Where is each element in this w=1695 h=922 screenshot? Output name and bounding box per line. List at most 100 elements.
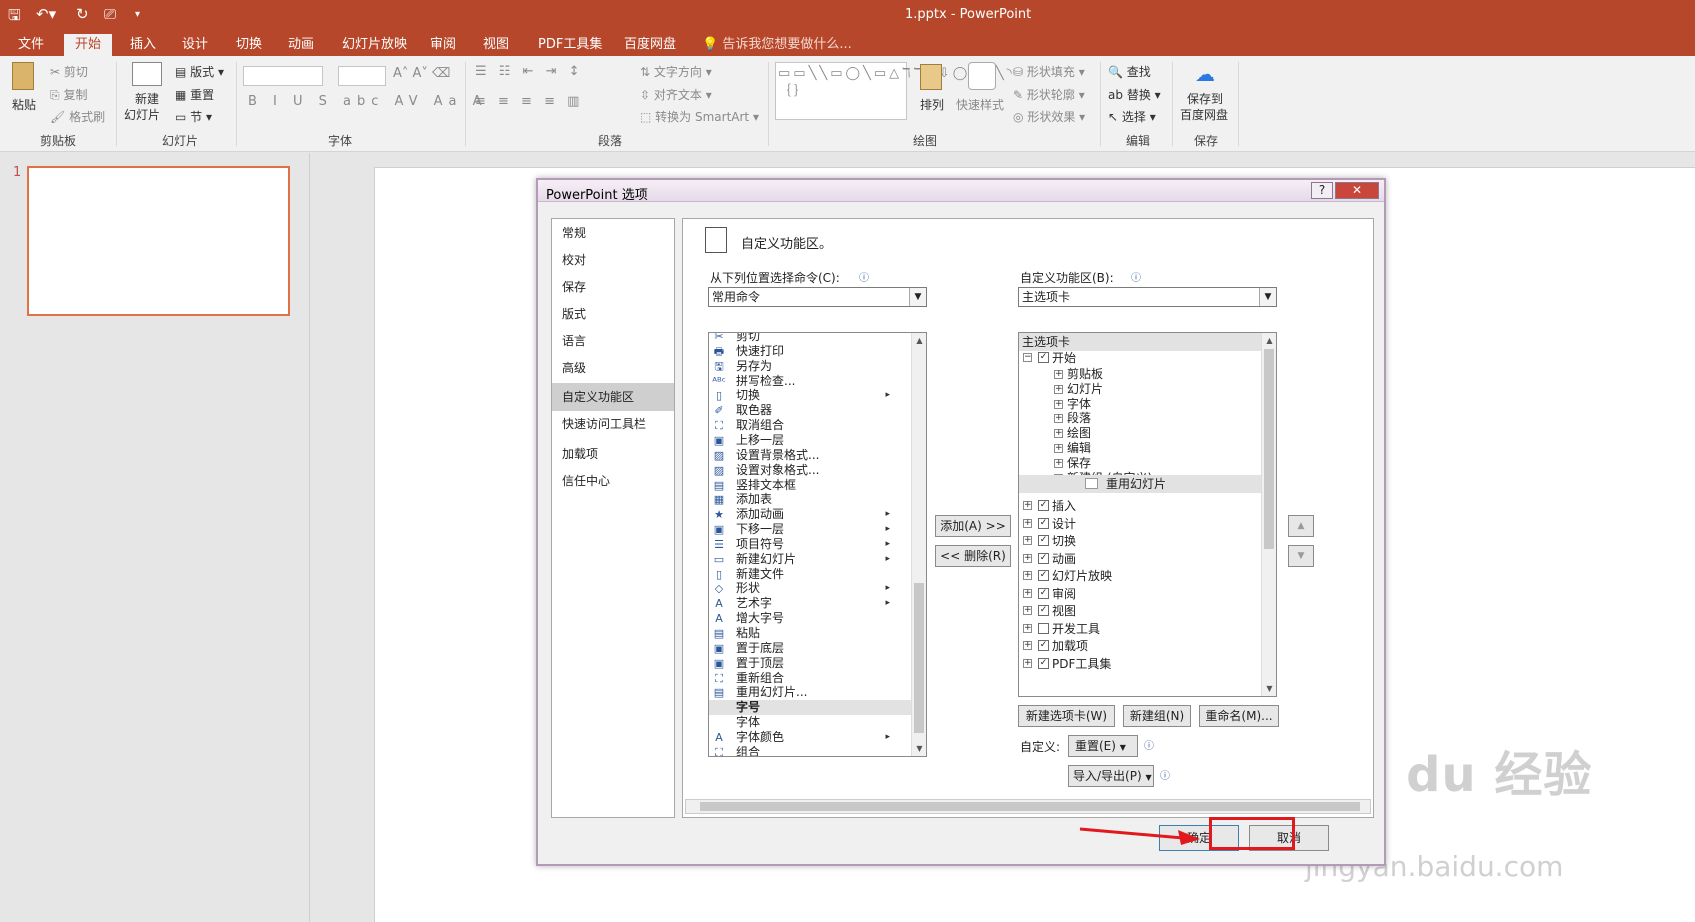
tree-node-tab[interactable]: + ✓ 设计 [1019, 515, 1261, 533]
command-item[interactable]: ⛶ 组合 [709, 745, 912, 756]
command-item[interactable]: 🖶 快速打印 [709, 344, 912, 359]
commands-source-combo[interactable]: 常用命令 ▼ [708, 287, 927, 307]
text-direction-button[interactable]: ⇅ 文字方向 ▾ [640, 63, 712, 80]
command-item[interactable]: ▣ 置于顶层 [709, 656, 912, 671]
remove-button[interactable]: << 删除(R) [935, 545, 1011, 567]
move-up-button[interactable]: ▲ [1288, 515, 1314, 537]
section-button[interactable]: ▭ 节 ▾ [175, 108, 212, 125]
category-advanced[interactable]: 高级 [552, 356, 674, 381]
arrange-icon[interactable] [920, 64, 942, 90]
command-item[interactable]: ◇ 形状 ▸ [709, 581, 912, 596]
tab-animations[interactable]: 动画 [280, 34, 322, 56]
tab-file[interactable]: 文件 [10, 34, 52, 56]
presentation-icon[interactable]: ⎚ [104, 5, 116, 23]
tree-node-group[interactable]: + 编辑 [1019, 441, 1261, 456]
shape-fill-button[interactable]: ⛁ 形状填充 ▾ [1013, 63, 1085, 80]
command-item[interactable]: A 字体颜色 ▸ [709, 730, 912, 745]
tree-node-tab[interactable]: + 开发工具 [1019, 620, 1261, 638]
redo-icon[interactable]: ↻ [76, 5, 89, 23]
find-button[interactable]: 🔍 查找 [1108, 63, 1151, 80]
scroll-thumb[interactable] [1264, 349, 1274, 549]
commands-scrollbar[interactable]: ▲ ▼ [911, 333, 926, 756]
checkbox-icon[interactable]: ✓ [1038, 500, 1049, 511]
tab-baidu-netdisk[interactable]: 百度网盘 [616, 34, 684, 56]
tree-node-tab[interactable]: + ✓ 审阅 [1019, 585, 1261, 603]
expand-icon[interactable]: + [1054, 384, 1063, 394]
tree-node-start[interactable]: − ✓ 开始 [1019, 349, 1261, 367]
tree-node-tab[interactable]: + ✓ PDF工具集 [1019, 655, 1261, 673]
command-item[interactable]: ▤ 粘贴 [709, 626, 912, 641]
tree-node-group[interactable]: + 字体 [1019, 397, 1261, 412]
tree-scrollbar[interactable]: ▲ ▼ [1261, 333, 1276, 696]
tree-node-group[interactable]: + 段落 [1019, 411, 1261, 426]
align-buttons[interactable]: ≡ ≡ ≡ ≡ ▥ [475, 94, 583, 109]
new-slide-label-1[interactable]: 新建 [135, 90, 159, 107]
shapes-gallery[interactable]: ▭▭╲╲▭◯╲▭△ℸℸ⇨⇩◯◝◯╲◝｛｝ [775, 62, 1012, 120]
tree-node-group[interactable]: + 剪贴板 [1019, 367, 1261, 382]
command-item[interactable]: ▦ 添加表 [709, 492, 912, 507]
panel-horizontal-scrollbar[interactable] [685, 799, 1371, 814]
expand-icon[interactable]: + [1023, 501, 1032, 510]
scroll-thumb[interactable] [700, 802, 1360, 811]
expand-icon[interactable]: + [1023, 518, 1032, 528]
scroll-up-icon[interactable]: ▲ [1262, 333, 1276, 348]
expand-icon[interactable]: + [1054, 414, 1063, 424]
tree-node-tab[interactable]: + ✓ 切换 [1019, 532, 1261, 550]
command-item[interactable]: ▨ 设置背景格式... [709, 448, 912, 463]
tell-me-box[interactable]: 💡 告诉我您想要做什么... [694, 34, 860, 56]
new-group-button[interactable]: 新建组(N) [1123, 705, 1191, 727]
replace-button[interactable]: ab 替换 ▾ [1108, 86, 1161, 103]
ribbon-tabs-combo[interactable]: 主选项卡 ▼ [1018, 287, 1277, 307]
tree-node-tab[interactable]: + ✓ 插入 [1019, 497, 1261, 515]
copy-button[interactable]: ⎘ 复制 [50, 86, 87, 103]
checkbox-icon[interactable]: ✓ [1038, 570, 1049, 581]
new-tab-button[interactable]: 新建选项卡(W) [1018, 705, 1115, 727]
command-item[interactable]: ▤ 竖排文本框 [709, 478, 912, 493]
select-button[interactable]: ↖ 选择 ▾ [1108, 108, 1156, 125]
font-format-buttons[interactable]: B I U S abc AV Aa A [248, 94, 488, 109]
import-export-dropdown[interactable]: 导入/导出(P) ▼ [1068, 765, 1154, 787]
checkbox-icon[interactable]: ✓ [1038, 587, 1049, 599]
tree-node-reuse-slides[interactable]: 重用幻灯片 [1019, 475, 1261, 493]
category-general[interactable]: 常规 [552, 221, 674, 246]
expand-icon[interactable]: + [1023, 553, 1032, 563]
save-icon[interactable]: 🖫 [8, 5, 21, 30]
checkbox-icon[interactable]: ✓ [1038, 605, 1049, 616]
category-save[interactable]: 保存 [552, 275, 674, 300]
category-trust-center[interactable]: 信任中心 [552, 469, 674, 494]
reset-button[interactable]: ▦ 重置 [175, 86, 214, 103]
font-size-combo[interactable] [338, 66, 386, 86]
command-item[interactable]: ★ 添加动画 ▸ [709, 507, 912, 522]
save-to-label-2[interactable]: 百度网盘 [1180, 106, 1228, 123]
help-button[interactable]: ? [1311, 182, 1333, 199]
tree-node-tab[interactable]: + ✓ 幻灯片放映 [1019, 567, 1261, 585]
tab-transitions[interactable]: 切换 [228, 34, 270, 56]
category-quick-access-toolbar[interactable]: 快速访问工具栏 [552, 412, 674, 437]
expand-icon[interactable]: + [1054, 399, 1063, 409]
tree-node-tab[interactable]: + ✓ 动画 [1019, 550, 1261, 568]
add-button[interactable]: 添加(A) >> [935, 515, 1011, 537]
command-item[interactable]: ▤ 重用幻灯片... [709, 685, 912, 700]
expand-icon[interactable]: + [1023, 606, 1032, 615]
tree-node-group[interactable]: + 绘图 [1019, 426, 1261, 441]
layout-button[interactable]: ▤ 版式 ▾ [175, 63, 224, 80]
expand-icon[interactable]: + [1023, 623, 1032, 633]
checkbox-icon[interactable]: ✓ [1038, 552, 1049, 564]
move-down-button[interactable]: ▼ [1288, 545, 1314, 567]
smartart-button[interactable]: ⬚ 转换为 SmartArt ▾ [640, 108, 759, 125]
collapse-icon[interactable]: − [1023, 353, 1032, 362]
save-to-label-1[interactable]: 保存到 [1187, 90, 1223, 107]
category-proofing[interactable]: 校对 [552, 248, 674, 273]
tab-slideshow[interactable]: 幻灯片放映 [334, 34, 415, 56]
command-item[interactable]: ☰ 项目符号 ▸ [709, 537, 912, 552]
scroll-down-icon[interactable]: ▼ [912, 741, 926, 756]
command-item[interactable]: ▯ 新建文件 [709, 567, 912, 582]
shape-outline-button[interactable]: ✎ 形状轮廓 ▾ [1013, 86, 1085, 103]
checkbox-icon[interactable]: ✓ [1038, 352, 1049, 363]
cut-button[interactable]: ✂ 剪切 [50, 63, 88, 80]
scroll-down-icon[interactable]: ▼ [1262, 681, 1276, 696]
tab-review[interactable]: 审阅 [422, 34, 464, 56]
tab-design[interactable]: 设计 [174, 34, 216, 56]
category-add-ins[interactable]: 加载项 [552, 442, 674, 467]
command-item[interactable]: 🖫 另存为 [709, 359, 912, 374]
